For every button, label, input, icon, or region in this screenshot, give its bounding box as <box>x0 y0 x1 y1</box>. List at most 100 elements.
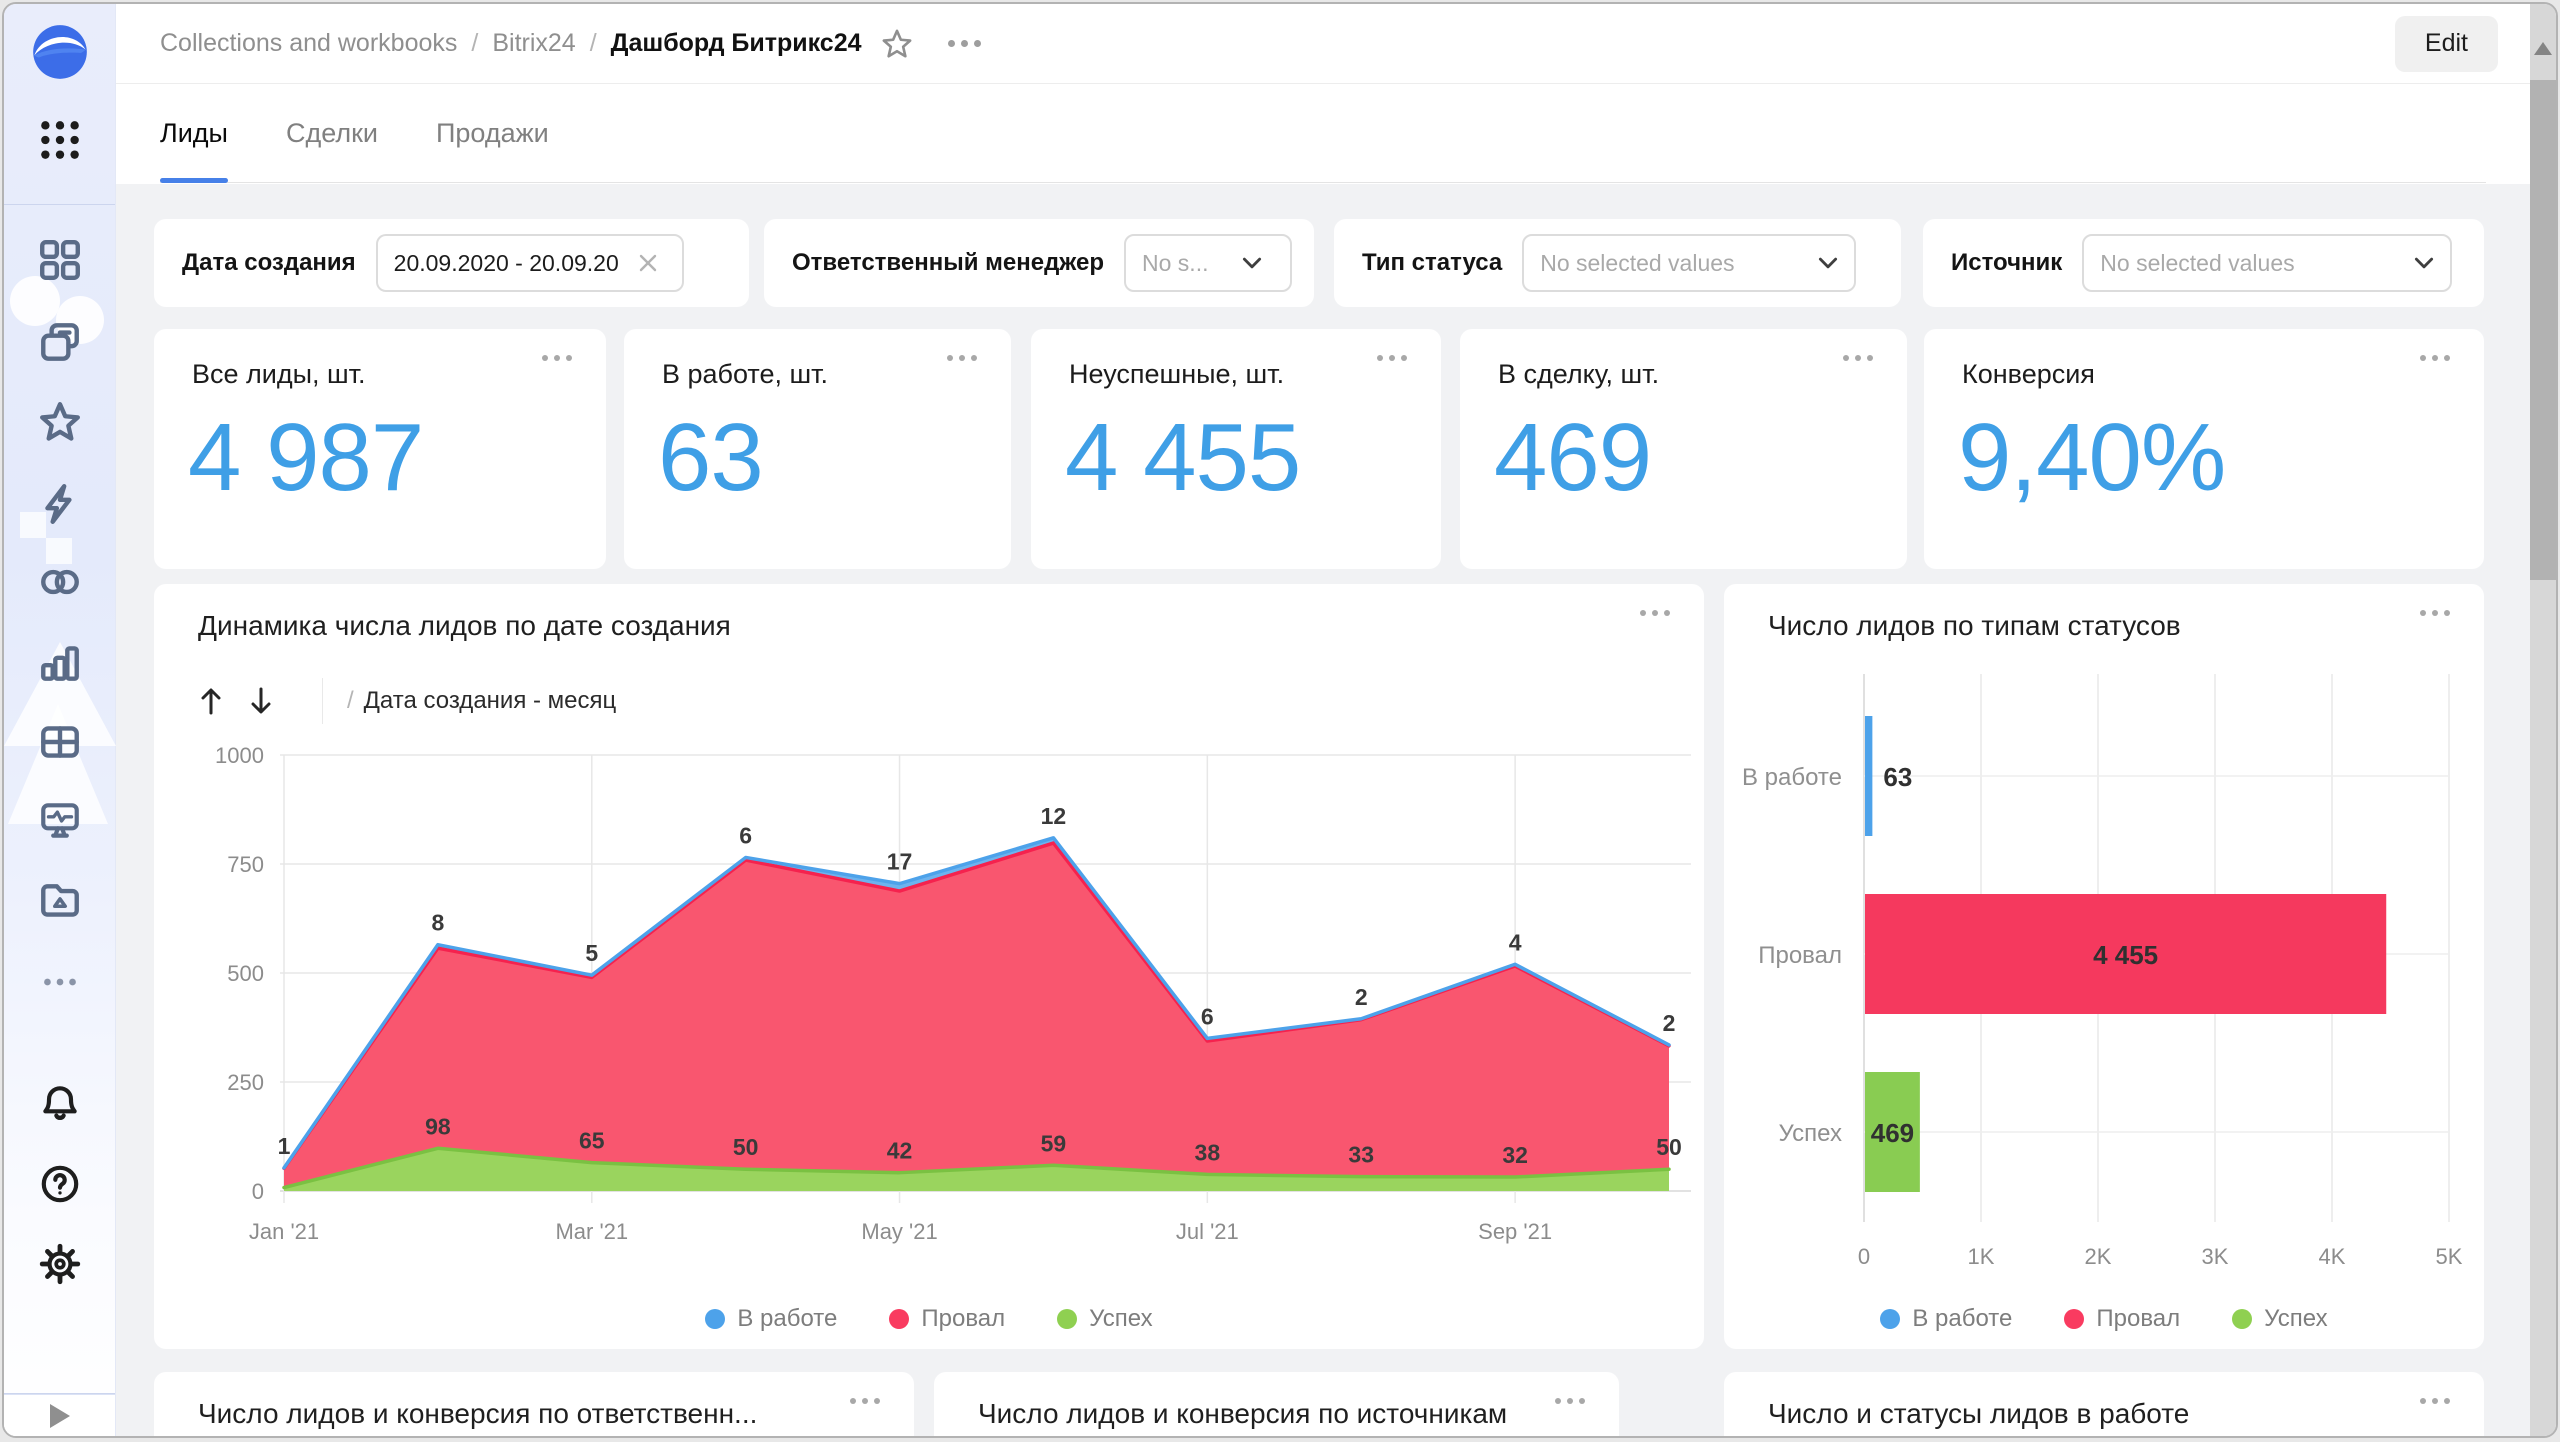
tab-sales[interactable]: Продажи <box>436 84 549 182</box>
widget-more-icon[interactable] <box>2420 1398 2450 1404</box>
legend-dot-blue <box>705 1309 725 1329</box>
sidebar-item-dashboards[interactable] <box>32 793 88 849</box>
sidebar-item-charts[interactable] <box>32 634 88 690</box>
header-more-icon[interactable] <box>948 40 981 47</box>
tab-leads[interactable]: Лиды <box>160 84 228 182</box>
sidebar-item-collections[interactable] <box>32 314 88 370</box>
svg-text:1000: 1000 <box>215 743 264 768</box>
kpi-card-all-leads: Все лиды, шт. 4 987 <box>154 329 606 569</box>
legend-item[interactable]: Провал <box>2064 1305 2180 1333</box>
kpi-value: 4 455 <box>1065 403 1300 513</box>
sidebar-item-tables[interactable] <box>32 714 88 770</box>
filter-label: Дата создания <box>182 249 356 277</box>
svg-text:59: 59 <box>1041 1130 1067 1156</box>
svg-text:2: 2 <box>1355 984 1368 1010</box>
source-select[interactable]: No selected values <box>2082 234 2452 292</box>
clear-icon[interactable] <box>638 253 658 273</box>
horizontal-bar-chart[interactable]: 01K2K3K4K5KВ работе63Провал4 455Успех469 <box>1724 666 2484 1286</box>
bottom-card-statuses-in-progress: Число и статусы лидов в работе <box>1724 1372 2484 1436</box>
sidebar-item-storage-folder[interactable] <box>32 873 88 929</box>
widget-more-icon[interactable] <box>2420 355 2450 361</box>
svg-text:50: 50 <box>1656 1134 1682 1160</box>
kpi-card-in-progress: В работе, шт. 63 <box>624 329 1011 569</box>
axis-breadcrumb[interactable]: Дата создания - месяц <box>364 687 617 715</box>
svg-text:1K: 1K <box>1968 1244 1995 1269</box>
stacked-area-chart[interactable]: 02505007501000Jan '21Mar '21May '21Jul '… <box>154 722 1704 1257</box>
legend-item[interactable]: Провал <box>889 1305 1005 1333</box>
breadcrumb-separator: / <box>471 29 478 58</box>
svg-text:Успех: Успех <box>1779 1120 1842 1147</box>
legend-item[interactable]: Успех <box>1057 1305 1152 1333</box>
sidebar-item-navigation[interactable] <box>32 232 88 288</box>
select-placeholder: No selected values <box>1540 250 1806 277</box>
status-type-select[interactable]: No selected values <box>1522 234 1856 292</box>
favorite-star-icon[interactable] <box>880 27 914 61</box>
axis-breadcrumb-slash: / <box>347 687 354 715</box>
widget-more-icon[interactable] <box>542 355 572 361</box>
sidebar-expand-button[interactable] <box>4 1394 115 1436</box>
settings-gear-icon[interactable] <box>32 1236 88 1292</box>
select-placeholder: No selected values <box>2100 250 2402 277</box>
legend-label: В работе <box>1912 1305 2012 1333</box>
sort-descending-icon[interactable] <box>248 685 274 717</box>
filter-label: Тип статуса <box>1362 249 1502 277</box>
vertical-scrollbar[interactable] <box>2530 4 2556 1436</box>
widget-more-icon[interactable] <box>1640 610 1670 616</box>
sidebar-item-more[interactable] <box>32 954 88 1010</box>
kpi-title: Все лиды, шт. <box>192 359 366 390</box>
svg-text:2: 2 <box>1663 1010 1676 1036</box>
svg-text:42: 42 <box>887 1138 913 1164</box>
sidebar-item-datasets[interactable] <box>32 554 88 610</box>
tab-deals[interactable]: Сделки <box>286 84 378 182</box>
legend-label: Провал <box>921 1305 1005 1333</box>
chart-title: Число лидов и конверсия по ответственн..… <box>198 1398 757 1430</box>
scrollbar-thumb[interactable] <box>2530 80 2556 580</box>
notifications-bell-icon[interactable] <box>32 1076 88 1132</box>
legend-dot-green <box>1057 1309 1077 1329</box>
svg-text:4 455: 4 455 <box>2093 940 2158 970</box>
datalens-logo[interactable] <box>32 24 88 80</box>
manager-select[interactable]: No s... <box>1124 234 1292 292</box>
bar-chart-card: Число лидов по типам статусов 01K2K3K4K5… <box>1724 584 2484 1349</box>
apps-grid-icon[interactable] <box>32 112 88 168</box>
svg-text:750: 750 <box>227 852 264 877</box>
legend-item[interactable]: В работе <box>1880 1305 2012 1333</box>
edit-button[interactable]: Edit <box>2395 16 2498 72</box>
widget-more-icon[interactable] <box>850 1398 880 1404</box>
topbar: Collections and workbooks / Bitrix24 / Д… <box>116 4 2530 84</box>
widget-more-icon[interactable] <box>1377 355 1407 361</box>
svg-text:0: 0 <box>252 1179 264 1204</box>
legend-dot-red <box>2064 1309 2084 1329</box>
breadcrumb-root[interactable]: Collections and workbooks <box>160 29 457 58</box>
sidebar-item-favorites[interactable] <box>32 394 88 450</box>
bottom-card-by-source: Число лидов и конверсия по источникам <box>934 1372 1619 1436</box>
date-range-input[interactable]: 20.09.2020 - 20.09.20 <box>376 234 684 292</box>
scroll-up-arrow-icon[interactable] <box>2534 42 2552 55</box>
widget-more-icon[interactable] <box>947 355 977 361</box>
help-question-icon[interactable] <box>32 1156 88 1212</box>
line-chart-legend: В работе Провал Успех <box>154 1305 1704 1333</box>
widget-more-icon[interactable] <box>2420 610 2450 616</box>
svg-text:0: 0 <box>1858 1244 1870 1269</box>
sidebar-item-connections[interactable] <box>32 476 88 532</box>
filter-manager: Ответственный менеджер No s... <box>764 219 1314 307</box>
svg-text:65: 65 <box>579 1128 605 1154</box>
chart-toolbar: / Дата создания - месяц <box>198 678 616 724</box>
kpi-value: 469 <box>1494 403 1651 513</box>
svg-text:4: 4 <box>1509 929 1522 955</box>
widget-more-icon[interactable] <box>1843 355 1873 361</box>
breadcrumb: Collections and workbooks / Bitrix24 / Д… <box>160 29 862 58</box>
sort-ascending-icon[interactable] <box>198 685 224 717</box>
main-area: Collections and workbooks / Bitrix24 / Д… <box>116 4 2530 1436</box>
widget-more-icon[interactable] <box>1555 1398 1585 1404</box>
kpi-value: 63 <box>658 403 763 513</box>
legend-item[interactable]: В работе <box>705 1305 837 1333</box>
legend-item[interactable]: Успех <box>2232 1305 2327 1333</box>
breadcrumb-parent[interactable]: Bitrix24 <box>492 29 575 58</box>
dashboard-tabs: Лиды Сделки Продажи <box>116 84 2530 183</box>
filter-source: Источник No selected values <box>1923 219 2484 307</box>
filter-label: Ответственный менеджер <box>792 249 1104 277</box>
svg-text:63: 63 <box>1883 762 1912 792</box>
svg-text:12: 12 <box>1041 803 1067 829</box>
kpi-card-converted: В сделку, шт. 469 <box>1460 329 1907 569</box>
